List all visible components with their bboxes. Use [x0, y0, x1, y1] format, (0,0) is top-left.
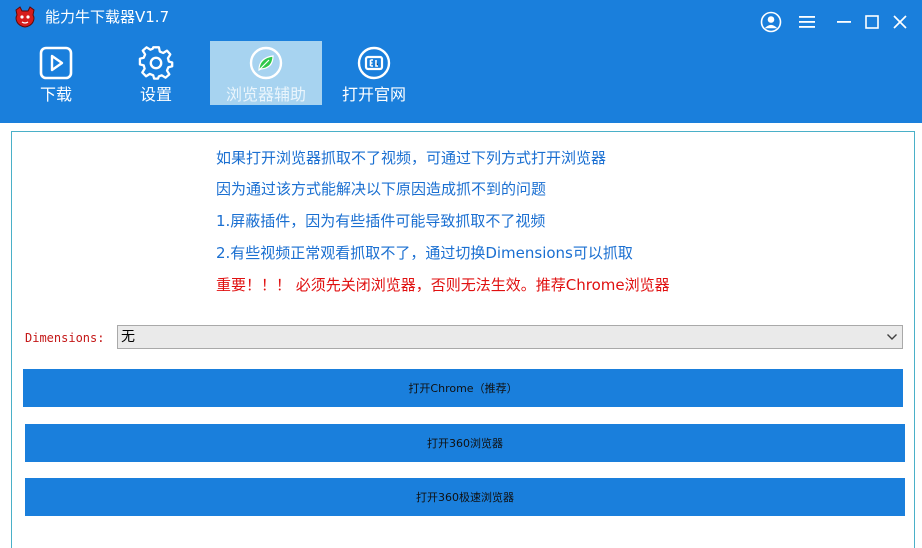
info-line-2: 因为通过该方式能解决以下原因造成抓不到的问题	[216, 180, 547, 198]
open-360-label: 打开360浏览器	[427, 437, 503, 450]
nav-label: 设置	[139, 85, 172, 104]
user-account-button[interactable]	[759, 10, 783, 34]
open-360-speed-label: 打开360极速浏览器	[416, 491, 514, 504]
title-bar: 能力牛下载器V1.7 下载 设置 浏览器辅助 打开官网	[0, 0, 922, 123]
hamburger-icon	[799, 16, 815, 28]
minimize-button[interactable]	[832, 10, 856, 34]
nav-label: 下载	[39, 85, 72, 104]
leaf-icon	[248, 45, 284, 81]
warning-text: 重要！！！ 必须先关闭浏览器，否则无法生效。推荐Chrome浏览器	[216, 276, 670, 294]
info-line-1: 如果打开浏览器抓取不了视频，可通过下列方式打开浏览器	[216, 149, 607, 167]
close-icon	[893, 15, 907, 29]
app-logo-icon	[13, 6, 37, 28]
open-chrome-label: 打开Chrome（推荐）	[408, 382, 518, 395]
info-line-4: 2.有些视频正常观看抓取不了，通过切换Dimensions可以抓取	[216, 244, 633, 262]
minimize-icon	[837, 21, 851, 23]
nav-label: 打开官网	[341, 85, 406, 104]
maximize-button[interactable]	[860, 10, 884, 34]
user-icon	[760, 11, 782, 33]
nav-item-official-site[interactable]: 打开官网	[338, 41, 410, 105]
play-icon	[38, 45, 74, 81]
app-title: 能力牛下载器V1.7	[45, 8, 170, 26]
gear-icon	[138, 45, 174, 81]
chevron-down-icon	[887, 334, 897, 340]
dimensions-select[interactable]: 无	[117, 325, 903, 349]
close-button[interactable]	[888, 10, 912, 34]
dimensions-label: Dimensions:	[25, 331, 105, 345]
menu-button[interactable]	[795, 10, 819, 34]
info-line-3: 1.屏蔽插件，因为有些插件可能导致抓取不了视频	[216, 212, 546, 230]
maximize-icon	[865, 15, 879, 29]
website-icon	[356, 45, 392, 81]
nav-item-download[interactable]: 下载	[23, 41, 89, 105]
nav-item-browser-helper[interactable]: 浏览器辅助	[210, 41, 322, 105]
open-360-speed-button[interactable]: 打开360极速浏览器	[25, 478, 905, 516]
dimensions-selected-value: 无	[121, 329, 135, 345]
nav-label: 浏览器辅助	[225, 85, 306, 104]
open-360-button[interactable]: 打开360浏览器	[25, 424, 905, 462]
open-chrome-button[interactable]: 打开Chrome（推荐）	[23, 369, 903, 407]
nav-item-settings[interactable]: 设置	[123, 41, 189, 105]
